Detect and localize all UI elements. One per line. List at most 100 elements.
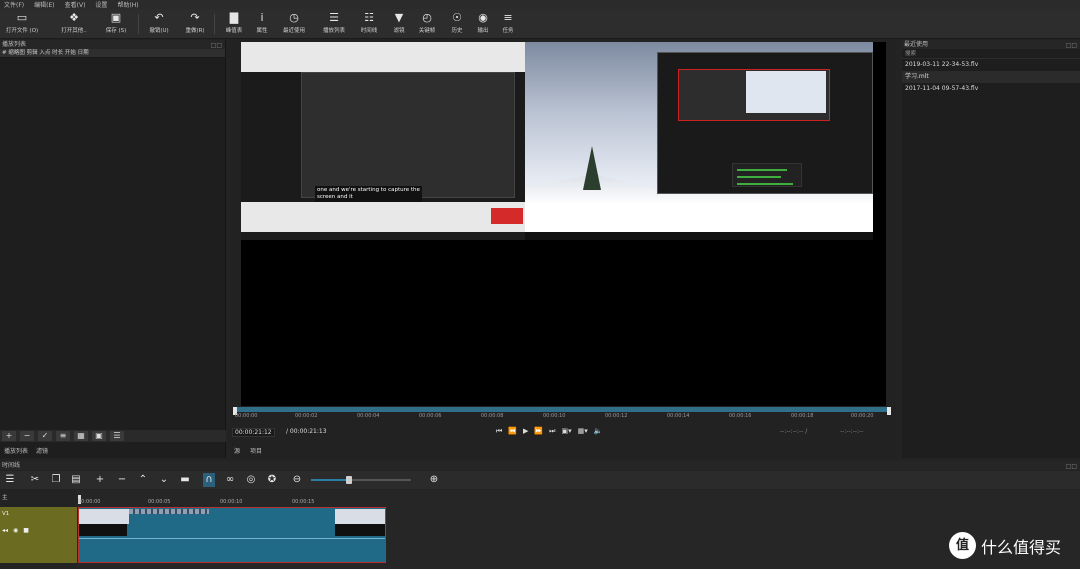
volume-icon[interactable]: 🔈 xyxy=(594,427,603,436)
recent-button[interactable]: ◷ 最近使用 xyxy=(272,11,316,37)
scrub-bar[interactable]: 00:00:00 00:00:02 00:00:04 00:00:06 00:0… xyxy=(233,407,891,421)
ripple-all-icon[interactable]: ✪ xyxy=(266,473,278,487)
dock-icon[interactable]: □□ xyxy=(1066,462,1077,471)
menu-view[interactable]: 查看(V) xyxy=(65,0,86,9)
menu-file[interactable]: 文件(F) xyxy=(4,0,24,9)
zoom-in-icon[interactable]: ⊕ xyxy=(428,473,440,487)
watermark: 值 什么值得买 xyxy=(949,532,1061,559)
recent-panel: 最近使用 □□ 搜索 2019-03-11 22-34-53.flv 学习.ml… xyxy=(902,40,1080,458)
menu-edit[interactable]: 编辑(E) xyxy=(34,0,54,9)
ripple-icon[interactable]: ◎ xyxy=(245,473,257,487)
menu-icon[interactable]: ☰ xyxy=(4,473,16,487)
zoom-fit-icon[interactable]: ▣▾ xyxy=(561,427,571,436)
rewind-icon[interactable]: ⏪ xyxy=(508,427,517,436)
left-tabs: 播放列表 滤镜 xyxy=(0,444,226,456)
zoom-slider-handle[interactable] xyxy=(346,476,352,484)
timeline-tick: 00:00:05 xyxy=(148,499,171,505)
snap-icon[interactable]: ∩ xyxy=(203,473,215,487)
timeline-tick: 00:00:00 xyxy=(78,499,101,505)
master-track-label: 主 xyxy=(2,495,8,501)
eye-icon[interactable]: ◉ xyxy=(13,527,18,534)
dock-icon[interactable]: □□ xyxy=(211,41,222,50)
red-banner xyxy=(491,208,523,224)
track-header-v1[interactable]: V1 ◂◂ ◉ ■ xyxy=(0,507,77,563)
tab-project[interactable]: 项目 xyxy=(250,446,262,455)
menu-settings[interactable]: 设置 xyxy=(95,0,107,9)
tab-source[interactable]: 源 xyxy=(234,446,240,455)
ruler-tick: 00:00:12 xyxy=(605,413,628,419)
tab-filters[interactable]: 滤镜 xyxy=(36,446,48,455)
recent-item[interactable]: 学习.mlt xyxy=(902,71,1080,83)
save-button[interactable]: ▣ 保存 (S) xyxy=(94,11,138,37)
recent-item[interactable]: 2019-03-11 22-34-53.flv xyxy=(902,59,1080,71)
player-panel: one and we're starting to capture the sc… xyxy=(232,40,896,458)
recent-icon: ◷ xyxy=(289,11,299,24)
in-point-timecode: --:--:--:-- / xyxy=(780,428,808,435)
tree-shape xyxy=(583,146,601,190)
check-icon[interactable]: ✓ xyxy=(38,431,52,441)
clip-filmstrip xyxy=(129,509,209,514)
zoom-slider[interactable] xyxy=(311,476,411,484)
screen-capture-right xyxy=(525,42,873,240)
out-marker[interactable] xyxy=(887,407,891,415)
redo-button[interactable]: ↷ 重做(R) xyxy=(173,11,217,37)
ruler-tick: 00:00:18 xyxy=(791,413,814,419)
clip-thumbnail-out xyxy=(335,509,385,524)
list-view-icon[interactable]: ≡ xyxy=(56,431,70,441)
timeline-tick: 00:00:15 xyxy=(292,499,315,505)
save-icon: ▣ xyxy=(110,11,122,24)
dock-icon[interactable]: □□ xyxy=(1066,41,1077,50)
transport-bar: 00:00:21:12 / 00:00:21:13 ⏮ ⏪ ▶ ⏩ ⏭ ▣▾ ▦… xyxy=(232,426,896,438)
skip-start-icon[interactable]: ⏮ xyxy=(496,427,502,436)
video-preview[interactable]: one and we're starting to capture the sc… xyxy=(241,42,886,406)
playlist-panel: 播放列表 □□ # 缩略图 剪辑 入点 时长 开始 日期 + − ✓ ≡ ▦ ▣… xyxy=(0,40,226,458)
timeline-icon: ☷ xyxy=(364,11,374,24)
remove-icon[interactable]: − xyxy=(116,473,128,487)
split-icon[interactable]: ▬ xyxy=(179,473,191,487)
player-tabs: 源 项目 xyxy=(232,444,896,456)
peak-meter-icon: ▇ xyxy=(229,11,239,24)
track-headers: 主 V1 ◂◂ ◉ ■ xyxy=(0,490,77,569)
lift-icon[interactable]: ⌃ xyxy=(137,473,149,487)
position-timecode[interactable]: 00:00:21:12 xyxy=(232,428,275,437)
transport-controls: ⏮ ⏪ ▶ ⏩ ⏭ ▣▾ ▦▾ 🔈 xyxy=(496,427,602,436)
zoom-out-icon[interactable]: ⊖ xyxy=(291,473,303,487)
append-icon[interactable]: + xyxy=(94,473,106,487)
paste-icon[interactable]: ▤ xyxy=(70,473,82,487)
menu-icon[interactable]: ☰ xyxy=(110,431,124,441)
recent-search-input[interactable]: 搜索 xyxy=(902,49,1080,59)
folder-open-icon: ▭ xyxy=(16,11,28,24)
recent-title: 最近使用 □□ xyxy=(902,40,1080,49)
playlist-column-headers[interactable]: # 缩略图 剪辑 入点 时长 开始 日期 xyxy=(0,49,225,58)
scrub-track[interactable] xyxy=(233,407,891,412)
remove-icon[interactable]: − xyxy=(20,431,34,441)
cut-icon[interactable]: ✂ xyxy=(29,473,41,487)
clip-thumbnail-in xyxy=(79,509,129,524)
jobs-button[interactable]: ≡ 任务 xyxy=(486,11,530,37)
timeline-tick: 00:00:10 xyxy=(220,499,243,505)
grid-view-icon[interactable]: ▦ xyxy=(74,431,88,441)
mute-icon[interactable]: ◂◂ xyxy=(2,527,8,534)
overwrite-icon[interactable]: ⌄ xyxy=(158,473,170,487)
recent-item[interactable]: 2017-11-04 09-57-43.flv xyxy=(902,83,1080,95)
playlist-title: 播放列表 □□ xyxy=(0,40,225,49)
add-icon[interactable]: + xyxy=(2,431,16,441)
play-icon[interactable]: ▶ xyxy=(523,427,528,436)
ruler-tick: 00:00:02 xyxy=(295,413,318,419)
icon-view-icon[interactable]: ▣ xyxy=(92,431,106,441)
scrub-icon[interactable]: ∞ xyxy=(224,473,236,487)
lock-icon[interactable]: ■ xyxy=(23,527,29,534)
timeline-clip[interactable] xyxy=(78,507,386,563)
tab-playlist[interactable]: 播放列表 xyxy=(4,446,28,455)
open-file-button[interactable]: ▭ 打开文件 (O) xyxy=(0,11,44,37)
fast-forward-icon[interactable]: ⏩ xyxy=(534,427,543,436)
obs-window xyxy=(657,52,873,194)
ruler-tick: 00:00:06 xyxy=(419,413,442,419)
open-other-button[interactable]: ❖ 打开其他.. xyxy=(52,11,96,37)
timeline-ruler[interactable]: 00:00:00 00:00:05 00:00:10 00:00:15 xyxy=(78,495,386,507)
menu-help[interactable]: 帮助(H) xyxy=(117,0,138,9)
grid-icon[interactable]: ▦▾ xyxy=(578,427,588,436)
skip-end-icon[interactable]: ⏭ xyxy=(549,427,555,436)
copy-icon[interactable]: ❐ xyxy=(50,473,62,487)
taskbar xyxy=(525,232,873,240)
